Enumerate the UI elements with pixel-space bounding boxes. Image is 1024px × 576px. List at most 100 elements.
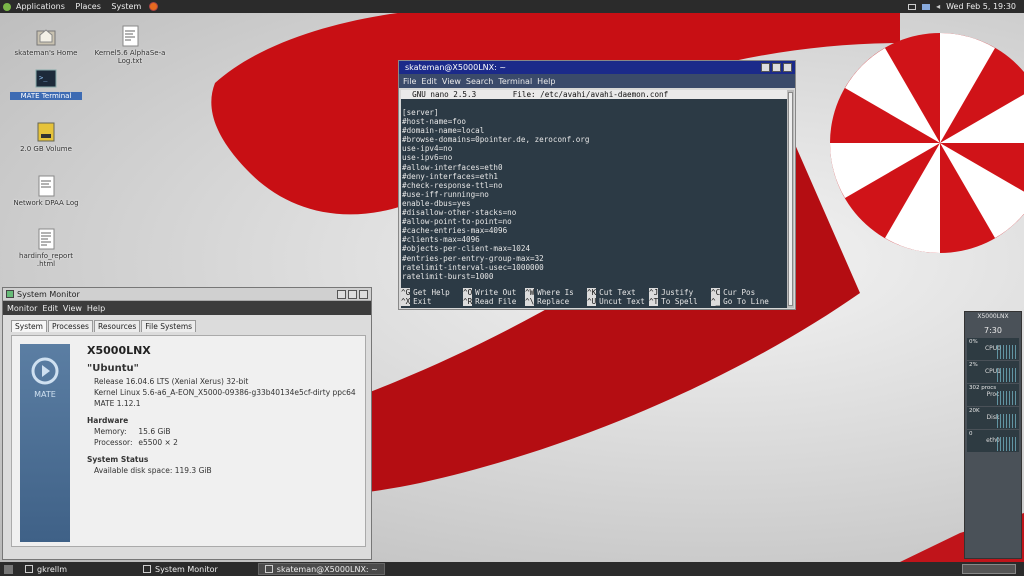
- terminal-screen[interactable]: GNU nano 2.5.3 File: /etc/avahi/avahi-da…: [401, 90, 787, 308]
- menu-terminal[interactable]: Terminal: [498, 77, 532, 86]
- shortcut-label: Cur Pos: [723, 287, 756, 297]
- taskbar-label: gkrellm: [37, 564, 67, 574]
- terminal-icon: >_: [35, 68, 57, 90]
- taskbar-item-gkrellm[interactable]: gkrellm: [19, 563, 73, 575]
- shortcut-label: Write Out: [475, 287, 517, 297]
- menu-search[interactable]: Search: [466, 77, 493, 86]
- menu-edit[interactable]: Edit: [42, 304, 58, 313]
- bottom-panel: gkrellm System Monitor skateman@X5000LNX…: [0, 562, 1024, 576]
- menu-edit[interactable]: Edit: [421, 77, 437, 86]
- mate-logo-icon: [31, 357, 59, 385]
- taskbar-item-system-monitor[interactable]: System Monitor: [137, 563, 224, 575]
- nano-shortcut: ^U Uncut Text: [587, 296, 649, 306]
- shortcut-key: ^G: [401, 287, 411, 297]
- volume-icon[interactable]: ◂: [936, 2, 940, 11]
- nano-shortcut: ^G Get Help: [401, 287, 463, 297]
- shortcut-label: To Spell: [661, 296, 698, 306]
- menu-applications[interactable]: Applications: [16, 2, 65, 11]
- shortcut-label: Get Help: [413, 287, 450, 297]
- close-button[interactable]: [783, 63, 792, 72]
- workspace-switcher[interactable]: [962, 564, 1016, 574]
- gkrellm-graph: [997, 414, 1017, 428]
- drive-icon: [35, 121, 57, 143]
- nano-line: use-ipv6=no: [402, 153, 453, 163]
- desktop-icon-volume[interactable]: 2.0 GB Volume: [10, 121, 82, 153]
- desktop-icon-label: hardinfo_report .html: [19, 252, 73, 268]
- menu-system[interactable]: System: [111, 2, 141, 11]
- terminal-scrollbar[interactable]: [787, 90, 794, 308]
- sysmon-titlebar[interactable]: System Monitor: [3, 288, 371, 301]
- window-controls: [337, 290, 368, 299]
- desktop-icon-hardinfo[interactable]: hardinfo_report .html: [10, 228, 82, 268]
- shortcut-label: Replace: [537, 296, 570, 306]
- tab-file-systems[interactable]: File Systems: [141, 320, 197, 332]
- gkrellm-monitor-panel: 0 eth0: [967, 430, 1019, 452]
- shortcut-key: ^W: [525, 287, 535, 297]
- nano-line: ratelimit-burst=1000: [402, 271, 494, 281]
- nano-line: [server]: [402, 108, 439, 117]
- nano-shortcut: ^W Where Is: [525, 287, 587, 297]
- desktop-icon-label: MATE Terminal: [10, 92, 82, 100]
- taskbar-label: System Monitor: [154, 564, 218, 574]
- menu-help[interactable]: Help: [537, 77, 555, 86]
- shortcut-label: Go To Line: [723, 296, 769, 306]
- taskbar-item-terminal[interactable]: skateman@X5000LNX: ~: [257, 563, 385, 575]
- desktop-icon-kernel-log[interactable]: Kernel5.6 AlphaSe-a Log.txt: [94, 25, 166, 65]
- os-release: Release 16.04.6 LTS (Xenial Xerus) 32-bi…: [94, 377, 249, 386]
- mail-icon[interactable]: [908, 3, 917, 10]
- terminal-icon: [264, 565, 273, 573]
- minimize-button[interactable]: [761, 63, 770, 72]
- mate-menu-icon[interactable]: [3, 2, 11, 11]
- menu-view[interactable]: View: [442, 77, 461, 86]
- desktop-icon-label: 2.0 GB Volume: [20, 145, 72, 153]
- nano-line: #deny-interfaces=eth1: [402, 171, 499, 181]
- top-panel: Applications Places System ◂ Wed Feb 5, …: [0, 0, 1024, 13]
- mate-logo-text: MATE: [34, 390, 56, 399]
- menu-monitor[interactable]: Monitor: [7, 304, 37, 313]
- nano-shortcut-row: ^G Get Help ^O Write Out ^W Where Is ^K Cut Tex…: [401, 287, 787, 297]
- scrollbar-thumb[interactable]: [788, 92, 793, 306]
- desktop-icon-mate-terminal[interactable]: >_ MATE Terminal: [10, 68, 82, 100]
- nano-buffer[interactable]: [server] #host-name=foo #domain-name=local…: [401, 108, 787, 281]
- gkrellm-monitor-panel: 20K Disk: [967, 407, 1019, 429]
- terminal-titlebar[interactable]: skateman@X5000LNX: ~: [399, 61, 795, 74]
- text-file-icon: [35, 175, 57, 197]
- menu-help[interactable]: Help: [87, 304, 105, 313]
- kernel-version: Kernel Linux 5.6-a6_A-EON_X5000-09386-g3…: [94, 388, 356, 397]
- window-title: skateman@X5000LNX: ~: [405, 63, 507, 72]
- nano-line: ratelimit-interval-usec=1000000: [402, 262, 544, 272]
- menu-places[interactable]: Places: [75, 2, 100, 11]
- close-button[interactable]: [359, 290, 368, 299]
- clock[interactable]: Wed Feb 5, 19:30: [946, 2, 1016, 11]
- nano-shortcut: ^O Write Out: [463, 287, 525, 297]
- maximize-button[interactable]: [348, 290, 357, 299]
- firefox-launcher-icon[interactable]: [149, 2, 159, 11]
- disk-label: Available disk space:: [94, 466, 173, 475]
- gkrellm-host: X5000LNX: [977, 313, 1009, 320]
- gkrellm-widget[interactable]: X5000LNX 7:30 0% CPU0 2% CPU1 302 procs Proc 2…: [964, 311, 1022, 559]
- gkrellm-graph: [997, 391, 1017, 405]
- shortcut-key: ^C: [711, 287, 721, 297]
- tab-processes[interactable]: Processes: [47, 320, 93, 332]
- shortcut-label: Uncut Text: [599, 296, 645, 306]
- menu-view[interactable]: View: [63, 304, 82, 313]
- show-desktop-icon[interactable]: [4, 564, 13, 574]
- menu-file[interactable]: File: [403, 77, 416, 86]
- minimize-button[interactable]: [337, 290, 346, 299]
- tab-system[interactable]: System: [11, 320, 47, 332]
- system-monitor-window[interactable]: System Monitor Monitor Edit View Help Sy…: [2, 287, 372, 560]
- maximize-button[interactable]: [772, 63, 781, 72]
- desktop-icon-network-log[interactable]: Network DPAA Log: [10, 175, 82, 207]
- terminal-window[interactable]: skateman@X5000LNX: ~ File Edit View Sear…: [398, 60, 796, 310]
- gkrellm-graph: [997, 368, 1017, 382]
- nano-shortcut: ^\ Replace: [525, 296, 587, 306]
- desktop-icon-label: Kernel5.6 AlphaSe-a Log.txt: [94, 49, 166, 65]
- shortcut-key: ^\: [525, 296, 535, 306]
- tab-resources[interactable]: Resources: [93, 320, 141, 332]
- shortcut-key: ^O: [463, 287, 473, 297]
- desktop-icon-home[interactable]: skateman's Home: [10, 25, 82, 57]
- system-info: X5000LNX "Ubuntu" Release 16.04.6 LTS (X…: [87, 344, 357, 476]
- nano-shortcut: ^_ Go To Line: [711, 296, 773, 306]
- gkrellm-graph: [997, 437, 1017, 451]
- network-icon[interactable]: [922, 3, 931, 10]
